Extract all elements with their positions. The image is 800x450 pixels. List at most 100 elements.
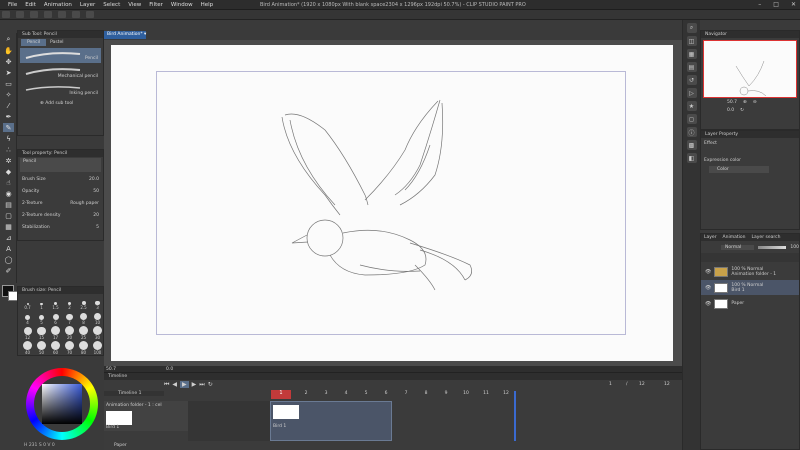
- brush-size-option[interactable]: 0.7: [21, 295, 34, 310]
- property-row[interactable]: 2-Texture density 20: [18, 210, 103, 220]
- text-icon[interactable]: A: [3, 244, 14, 253]
- maximize-button[interactable]: □: [773, 1, 779, 8]
- brush-size-option[interactable]: 60: [49, 340, 62, 355]
- property-row[interactable]: Stabilization 5: [18, 222, 103, 232]
- brush-tool-icon[interactable]: ϟ: [3, 134, 14, 143]
- document-tab[interactable]: Bird Animation* ▾: [104, 31, 146, 39]
- search-icon[interactable]: ⌕: [686, 23, 697, 33]
- brush-size-option[interactable]: 4: [21, 310, 34, 325]
- menu-window[interactable]: Window: [171, 2, 193, 8]
- decoration-icon[interactable]: ✲: [3, 156, 14, 165]
- zoom-out-icon[interactable]: ⊖: [753, 100, 757, 105]
- fill-icon[interactable]: ◉: [3, 189, 14, 198]
- airbrush-icon[interactable]: ∴: [3, 145, 14, 154]
- figure-icon[interactable]: ▢: [3, 211, 14, 220]
- clear-icon[interactable]: [71, 11, 80, 18]
- eyedropper-icon[interactable]: ⁄: [3, 101, 14, 110]
- property-value[interactable]: 20.0: [89, 177, 99, 182]
- layer-row[interactable]: 👁 100 % Normal Bird 1: [701, 280, 799, 295]
- zoom-tool-icon[interactable]: ⌕: [3, 35, 14, 44]
- sub-view-icon[interactable]: ◻: [686, 114, 697, 124]
- play-icon[interactable]: ▶: [180, 381, 189, 388]
- material-icon[interactable]: ▦: [686, 49, 697, 59]
- color-history-icon[interactable]: ◧: [686, 153, 697, 163]
- brush-size-option[interactable]: 8: [77, 310, 90, 325]
- brush-size-option[interactable]: 20: [63, 325, 76, 340]
- menu-view[interactable]: View: [128, 2, 141, 8]
- auto-select-icon[interactable]: ✧: [3, 90, 14, 99]
- minimize-button[interactable]: –: [758, 1, 761, 8]
- next-frame-icon[interactable]: ▶: [192, 381, 197, 388]
- frame-number[interactable]: 8: [416, 391, 436, 396]
- loop-icon[interactable]: ↻: [208, 381, 213, 388]
- navigator-preview[interactable]: [703, 40, 797, 98]
- eye-icon[interactable]: 👁: [705, 269, 711, 275]
- layer-property-icon[interactable]: ▤: [686, 62, 697, 72]
- brush-size-option[interactable]: 5: [35, 310, 48, 325]
- subtool-item-pencil[interactable]: Pencil: [20, 48, 101, 63]
- brush-size-option[interactable]: 100: [91, 340, 104, 355]
- info-icon[interactable]: ⓘ: [686, 127, 697, 137]
- brush-size-option[interactable]: 70: [63, 340, 76, 355]
- rotate-icon[interactable]: ↻: [740, 108, 744, 113]
- track-name[interactable]: Animation folder - 1 : cel: [106, 403, 162, 408]
- hand-tool-icon[interactable]: ✋: [3, 46, 14, 55]
- navigator-icon[interactable]: ◫: [686, 36, 697, 46]
- tab-animation[interactable]: Animation: [723, 235, 746, 240]
- end-marker[interactable]: [514, 391, 516, 441]
- history-icon[interactable]: ↺: [686, 75, 697, 85]
- property-value[interactable]: 50: [93, 189, 99, 194]
- gradient-icon[interactable]: ▤: [3, 200, 14, 209]
- brush-size-option[interactable]: 2: [63, 295, 76, 310]
- tab-pastel[interactable]: Pastel: [50, 40, 63, 45]
- close-button[interactable]: ✕: [791, 1, 796, 8]
- brush-size-option[interactable]: 3: [91, 295, 104, 310]
- eraser-icon[interactable]: ◆: [3, 167, 14, 176]
- first-frame-icon[interactable]: ⏮: [164, 381, 169, 389]
- frame-number[interactable]: 7: [396, 391, 416, 396]
- property-value[interactable]: 20: [93, 213, 99, 218]
- undo-icon[interactable]: [43, 11, 52, 18]
- menu-animation[interactable]: Animation: [44, 2, 72, 8]
- last-frame-icon[interactable]: ⏭: [199, 381, 204, 389]
- brush-size-option[interactable]: 7: [63, 310, 76, 325]
- frame-number[interactable]: 3: [316, 391, 336, 396]
- layer-row[interactable]: 👁 100 % Normal Animation folder - 1: [701, 264, 799, 279]
- frame-number[interactable]: 9: [436, 391, 456, 396]
- zoom-value[interactable]: 50.7: [727, 100, 737, 105]
- brush-size-option[interactable]: 2.5: [77, 295, 90, 310]
- angle-value[interactable]: 0.0: [727, 108, 734, 113]
- opacity-slider[interactable]: [757, 245, 787, 249]
- brush-size-option[interactable]: 17: [49, 325, 62, 340]
- frame-icon[interactable]: ▦: [3, 222, 14, 231]
- cel-block[interactable]: Bird 1: [270, 401, 392, 441]
- prev-frame-icon[interactable]: ◀: [172, 381, 177, 388]
- frame-number[interactable]: 11: [476, 391, 496, 396]
- blend-mode-select[interactable]: Normal: [721, 244, 754, 250]
- menu-layer[interactable]: Layer: [80, 2, 95, 8]
- playhead-marker[interactable]: 1: [271, 390, 291, 399]
- brush-size-option[interactable]: 1: [35, 295, 48, 310]
- redo-icon[interactable]: [57, 11, 66, 18]
- property-value[interactable]: Rough paper: [70, 201, 99, 206]
- brush-size-option[interactable]: 40: [21, 340, 34, 355]
- property-row[interactable]: 2-Texture Rough paper: [18, 198, 103, 208]
- brush-size-option[interactable]: 15: [35, 325, 48, 340]
- menu-file[interactable]: File: [8, 2, 17, 8]
- zoom-in-icon[interactable]: ⊕: [743, 100, 747, 105]
- new-icon[interactable]: [2, 11, 10, 18]
- blend-icon[interactable]: ☝: [3, 178, 14, 187]
- property-row[interactable]: Opacity 50: [18, 186, 103, 196]
- selection-tool-icon[interactable]: ▭: [3, 79, 14, 88]
- color-set-icon[interactable]: ▩: [686, 140, 697, 150]
- pen-tool-icon[interactable]: ✒: [3, 112, 14, 121]
- brush-size-option[interactable]: 25: [77, 325, 90, 340]
- operation-tool-icon[interactable]: ➤: [3, 68, 14, 77]
- add-subtool-button[interactable]: ⊕ Add sub tool: [18, 101, 103, 106]
- frame-number[interactable]: 10: [456, 391, 476, 396]
- brush-size-option[interactable]: 30: [91, 325, 104, 340]
- tab-layer-search[interactable]: Layer search: [752, 235, 781, 240]
- brush-size-option[interactable]: 12: [21, 325, 34, 340]
- menu-edit[interactable]: Edit: [25, 2, 36, 8]
- menu-select[interactable]: Select: [103, 2, 120, 8]
